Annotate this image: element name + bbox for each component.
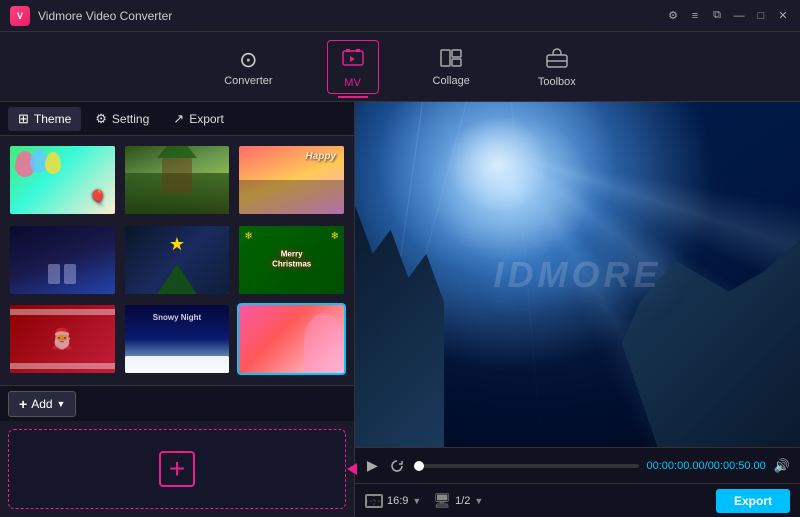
aspect-ratio-select[interactable]: 16:9 ▼ (365, 494, 421, 508)
left-bottom-controls: 16:9 ▼ 🖥 1/2 ▼ (365, 492, 483, 509)
menu-icon-btn[interactable]: ≡ (688, 9, 702, 23)
media-drop-area[interactable]: + (8, 429, 346, 509)
theme-card-neat[interactable]: Neat (123, 144, 232, 218)
progress-bar[interactable] (414, 464, 639, 468)
nav-bar: ⊙ Converter MV Collage (0, 32, 800, 102)
theme-card-happy[interactable]: Happy Happy (237, 144, 346, 218)
time-display: 00:00:00.00/00:00:50.00 (647, 460, 766, 472)
theme-label-christmas-eve: Christmas Eve (123, 296, 232, 298)
nav-label-collage: Collage (433, 75, 470, 87)
play-button[interactable]: ▶ (365, 455, 380, 476)
nav-item-converter[interactable]: ⊙ Converter (210, 43, 286, 91)
close-button[interactable]: ✕ (776, 9, 790, 23)
rewind-button[interactable] (388, 457, 406, 475)
volume-icon[interactable]: 🔊 (774, 458, 790, 474)
title-bar-left: V Vidmore Video Converter (10, 6, 172, 26)
add-media-button[interactable]: + (159, 451, 195, 487)
main-area: ⊞ Theme ⚙ Setting ↗ Export (0, 102, 800, 517)
theme-card-snowy-night[interactable]: Snowy Night Snowy Night (123, 303, 232, 377)
resolution-select[interactable]: 🖥 1/2 ▼ (433, 492, 483, 509)
app-logo: V (10, 6, 30, 26)
theme-card-merry-christmas[interactable]: MerryChristmas ❄ ❄ Merry Christmas (237, 224, 346, 298)
tab-theme-label: Theme (34, 112, 71, 126)
left-panel: ⊞ Theme ⚙ Setting ↗ Export (0, 102, 355, 517)
tab-bar: ⊞ Theme ⚙ Setting ↗ Export (0, 102, 354, 136)
collage-icon (440, 49, 462, 71)
nav-item-toolbox[interactable]: Toolbox (524, 42, 590, 92)
resolution-dropdown-icon: ▼ (474, 496, 483, 506)
maximize-button[interactable]: □ (754, 9, 768, 23)
theme-card-chic[interactable]: 🎈 Chic (8, 144, 117, 218)
bottom-controls: 16:9 ▼ 🖥 1/2 ▼ Export (355, 483, 800, 517)
plus-icon: + (169, 455, 185, 483)
tab-theme[interactable]: ⊞ Theme (8, 107, 81, 131)
ratio-value: 16:9 (387, 495, 408, 507)
title-bar-right: ⚙ ≡ ⧉ — □ ✕ (666, 9, 790, 23)
preview-area: IDMORE (355, 102, 800, 447)
nav-item-mv[interactable]: MV (327, 40, 379, 94)
theme-label-neat: Neat (123, 216, 232, 218)
toolbox-icon (546, 48, 568, 72)
add-button[interactable]: + Add ▼ (8, 391, 76, 417)
theme-label-santa-claus: Santa Claus (8, 375, 117, 377)
ratio-icon (365, 494, 383, 508)
right-panel: IDMORE ▶ 00:00:00.00/00:00:50.00 🔊 (355, 102, 800, 517)
theme-label-chic: Chic (8, 216, 117, 218)
resize-icon-btn[interactable]: ⧉ (710, 9, 724, 23)
theme-label-merry-christmas: Merry Christmas (237, 296, 346, 298)
theme-label-stripes-waves: Stripes & Waves (237, 375, 346, 377)
nav-item-collage[interactable]: Collage (419, 43, 484, 91)
converter-icon: ⊙ (239, 49, 257, 71)
theme-label-simple: Simple (8, 296, 117, 298)
title-bar: V Vidmore Video Converter ⚙ ≡ ⧉ — □ ✕ (0, 0, 800, 32)
theme-grid: 🎈 Chic Neat (0, 136, 354, 385)
theme-label-snowy-night: Snowy Night (123, 375, 232, 377)
tab-setting[interactable]: ⚙ Setting (85, 107, 159, 131)
theme-tab-icon: ⊞ (18, 111, 29, 127)
theme-card-simple[interactable]: Simple (8, 224, 117, 298)
tab-export-label: Export (189, 112, 224, 126)
add-dropdown-icon: ▼ (57, 399, 66, 409)
export-tab-icon: ↗ (173, 111, 184, 127)
preview-title: IDMORE (494, 254, 662, 296)
add-btn-label: Add (31, 397, 52, 411)
settings-icon-btn[interactable]: ⚙ (666, 9, 680, 23)
monitor-icon: 🖥 (433, 492, 451, 509)
setting-tab-icon: ⚙ (95, 111, 107, 127)
theme-card-stripes-waves[interactable]: Stripes & Waves (237, 303, 346, 377)
controls-bar: ▶ 00:00:00.00/00:00:50.00 🔊 (355, 447, 800, 483)
theme-label-happy: Happy (237, 216, 346, 218)
theme-card-christmas-eve[interactable]: ★ Christmas Eve (123, 224, 232, 298)
tab-export[interactable]: ↗ Export (163, 107, 234, 131)
app-title: Vidmore Video Converter (38, 9, 172, 23)
theme-card-santa-claus[interactable]: 🎅 Santa Claus (8, 303, 117, 377)
add-icon: + (19, 396, 27, 412)
progress-dot (414, 461, 424, 471)
ratio-dropdown-icon: ▼ (412, 496, 421, 506)
export-button[interactable]: Export (716, 489, 790, 513)
tab-setting-label: Setting (112, 112, 149, 126)
minimize-button[interactable]: — (732, 9, 746, 23)
nav-label-mv: MV (344, 77, 361, 89)
bottom-area: + Add ▼ (0, 385, 354, 421)
mv-icon (342, 47, 364, 73)
preview-background: IDMORE (355, 102, 800, 447)
nav-label-toolbox: Toolbox (538, 76, 576, 88)
nav-label-converter: Converter (224, 75, 272, 87)
resolution-value: 1/2 (455, 495, 470, 507)
